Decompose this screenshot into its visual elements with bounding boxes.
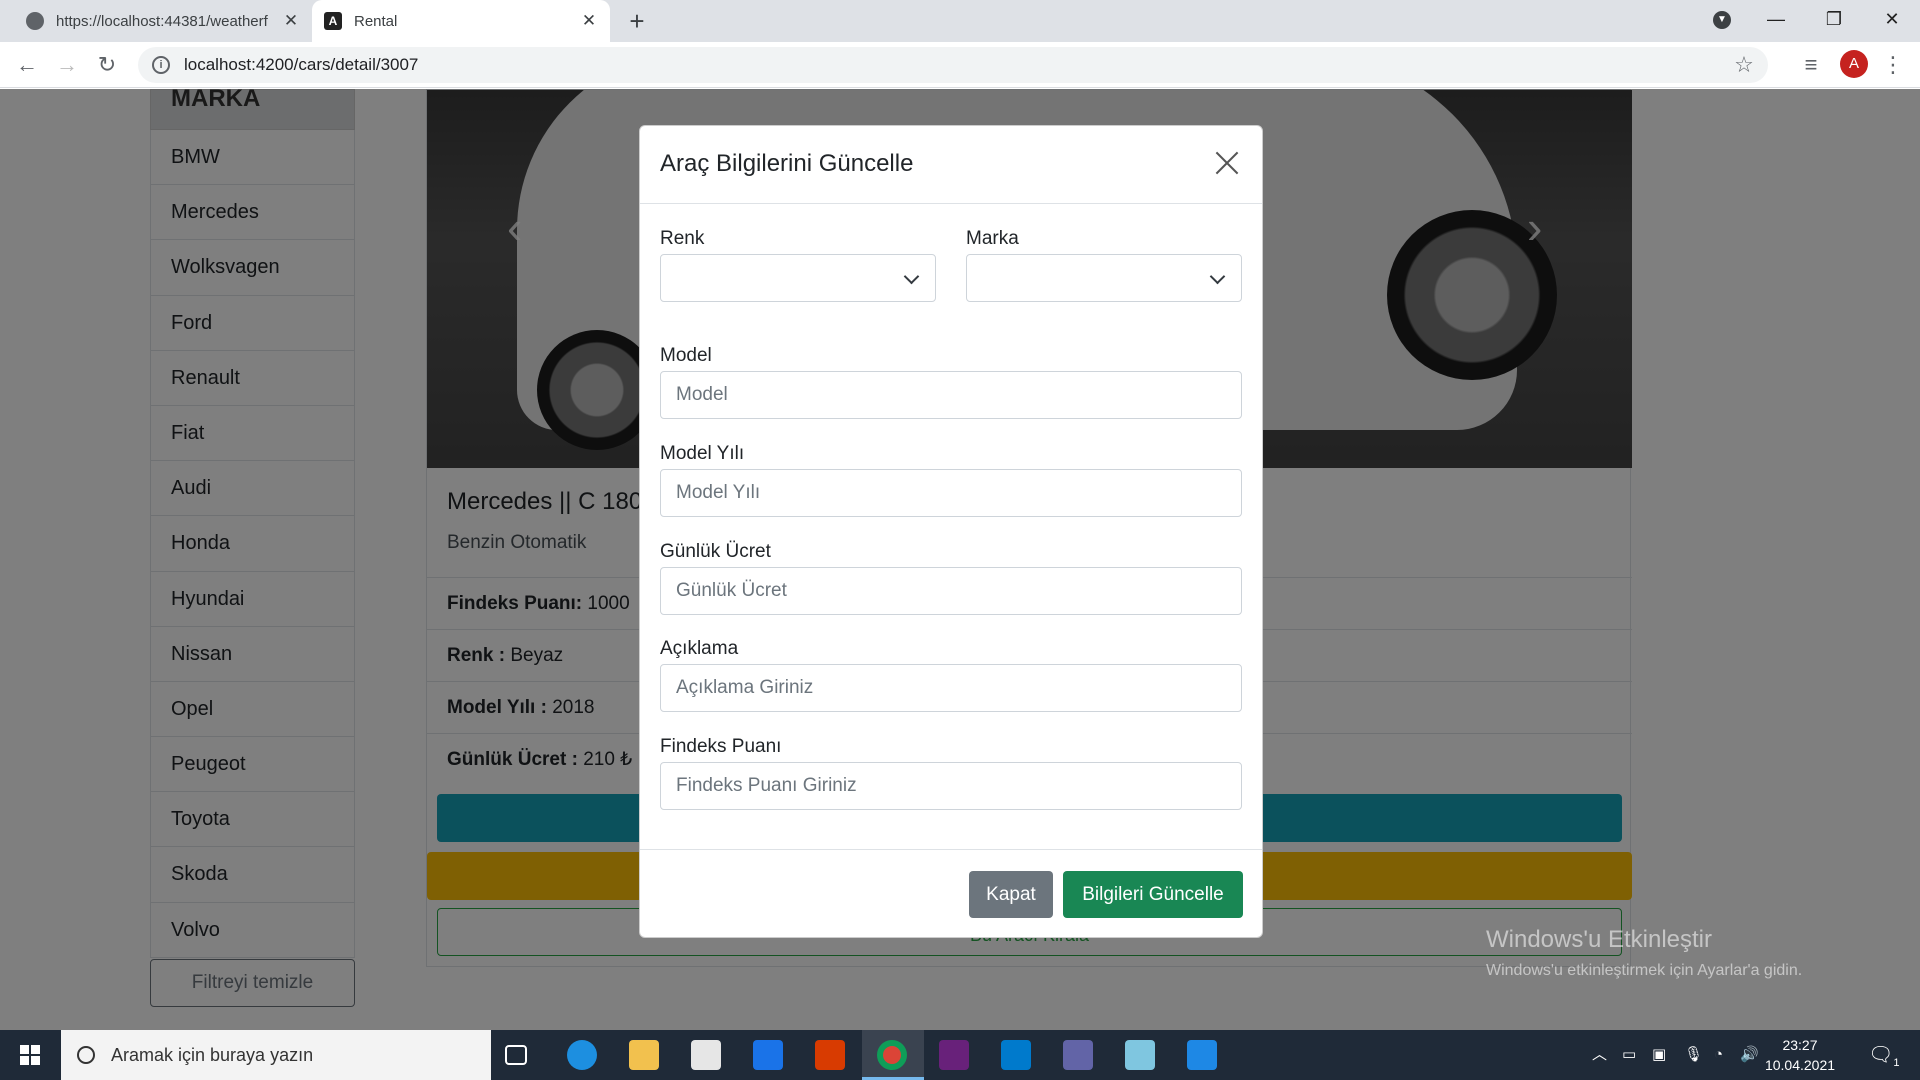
back-button[interactable]: ← <box>12 50 42 80</box>
findeks-input[interactable]: Findeks Puanı Giriniz <box>660 762 1242 810</box>
color-label: Renk <box>660 228 705 249</box>
tray-chevron-icon[interactable]: ︿ <box>1592 1030 1607 1080</box>
maximize-button[interactable]: ❐ <box>1806 0 1862 40</box>
notes-icon[interactable] <box>1125 1040 1155 1070</box>
new-tab-button[interactable]: + <box>622 6 652 36</box>
notification-icon[interactable]: 🗨1 <box>1868 1030 1900 1080</box>
chevron-down-icon <box>1211 255 1225 301</box>
tab-title: Rental <box>354 12 398 30</box>
info-icon[interactable]: i <box>152 56 170 74</box>
close-tab-icon[interactable]: ✕ <box>278 11 304 31</box>
browser-tab-rental[interactable]: A Rental ✕ <box>312 0 610 42</box>
chevron-down-icon <box>905 255 919 301</box>
network-icon[interactable]: ◔ <box>1714 1030 1723 1080</box>
daily-price-input[interactable]: Günlük Ücret <box>660 567 1242 615</box>
minimize-button[interactable]: — <box>1748 0 1804 40</box>
close-tab-icon[interactable]: ✕ <box>576 11 602 31</box>
vscode-icon[interactable] <box>1001 1040 1031 1070</box>
model-input[interactable]: Model <box>660 371 1242 419</box>
brand-label: Marka <box>966 228 1019 249</box>
address-bar[interactable]: i localhost:4200/cars/detail/3007 ☆ <box>138 47 1768 83</box>
modal-header: Araç Bilgilerini Güncelle <box>640 126 1262 204</box>
task-view-icon[interactable] <box>505 1045 527 1065</box>
modal-title: Araç Bilgilerini Güncelle <box>660 150 914 177</box>
modal-footer: Kapat Bilgileri Güncelle <box>640 849 1262 938</box>
chrome-icon[interactable] <box>877 1040 907 1070</box>
close-icon[interactable] <box>1212 148 1242 178</box>
meet-icon[interactable]: ▣ <box>1652 1030 1666 1080</box>
tab-title: https://localhost:44381/weatherf <box>56 12 268 30</box>
model-label: Model <box>660 345 712 366</box>
edge-icon[interactable] <box>567 1040 597 1070</box>
daily-price-label: Günlük Ücret <box>660 541 771 562</box>
globe-icon <box>26 12 44 30</box>
activation-watermark-title: Windows'u Etkinleştir <box>1486 926 1712 953</box>
model-year-label: Model Yılı <box>660 443 745 464</box>
url-text: localhost:4200/cars/detail/3007 <box>184 55 419 74</box>
reload-button[interactable]: ↻ <box>92 50 122 80</box>
description-label: Açıklama <box>660 638 739 659</box>
color-select[interactable] <box>660 254 936 302</box>
microphone-icon[interactable]: 🎙 <box>1684 1030 1703 1080</box>
search-icon <box>77 1046 95 1064</box>
taskbar-search[interactable]: Aramak için buraya yazın <box>61 1030 491 1080</box>
volume-icon[interactable]: 🔊 <box>1740 1030 1759 1080</box>
store-icon[interactable] <box>691 1040 721 1070</box>
teams-icon[interactable] <box>1063 1040 1093 1070</box>
windows-taskbar: Aramak için buraya yazın ︿ ▭ ▣ 🎙 ◔ 🔊 23:… <box>0 1030 1920 1080</box>
close-window-button[interactable]: ✕ <box>1864 0 1920 40</box>
close-button[interactable]: Kapat <box>969 871 1053 918</box>
windows-start-button[interactable] <box>0 1030 60 1080</box>
forward-button[interactable]: → <box>52 50 82 80</box>
mail-icon[interactable] <box>753 1040 783 1070</box>
bookmark-star-icon[interactable]: ☆ <box>1724 47 1764 83</box>
clock-time: 23:27 <box>1782 1037 1818 1053</box>
photos-icon[interactable] <box>1187 1040 1217 1070</box>
notification-count: 1 <box>1893 1057 1900 1069</box>
reading-list-icon[interactable]: ≡ <box>1796 50 1826 80</box>
browser-toolbar: ← → ↻ i localhost:4200/cars/detail/3007 … <box>0 42 1920 88</box>
tab-search-icon[interactable]: ▼ <box>1694 0 1750 40</box>
brand-select[interactable] <box>966 254 1242 302</box>
model-year-input[interactable]: Model Yılı <box>660 469 1242 517</box>
office-icon[interactable] <box>815 1040 845 1070</box>
profile-avatar[interactable]: A <box>1840 50 1868 78</box>
clock-date: 10.04.2021 <box>1764 1057 1836 1073</box>
angular-icon: A <box>324 12 342 30</box>
update-car-modal: Araç Bilgilerini Güncelle Renk Marka Mod… <box>639 125 1263 938</box>
update-button[interactable]: Bilgileri Güncelle <box>1063 871 1243 918</box>
findeks-label: Findeks Puanı <box>660 736 782 757</box>
taskbar-search-placeholder: Aramak için buraya yazın <box>111 1044 314 1065</box>
activation-watermark-text: Windows'u etkinleştirmek için Ayarlar'a … <box>1486 962 1803 979</box>
description-input[interactable]: Açıklama Giriniz <box>660 664 1242 712</box>
menu-icon[interactable]: ⋮ <box>1878 50 1908 80</box>
battery-icon[interactable]: ▭ <box>1622 1030 1636 1080</box>
browser-tab-weather[interactable]: https://localhost:44381/weatherf ✕ <box>12 0 312 42</box>
taskbar-clock[interactable]: 23:27 10.04.2021 <box>1760 1035 1840 1075</box>
visual-studio-icon[interactable] <box>939 1040 969 1070</box>
browser-tabbar: https://localhost:44381/weatherf ✕ A Ren… <box>0 0 1920 42</box>
file-explorer-icon[interactable] <box>629 1040 659 1070</box>
